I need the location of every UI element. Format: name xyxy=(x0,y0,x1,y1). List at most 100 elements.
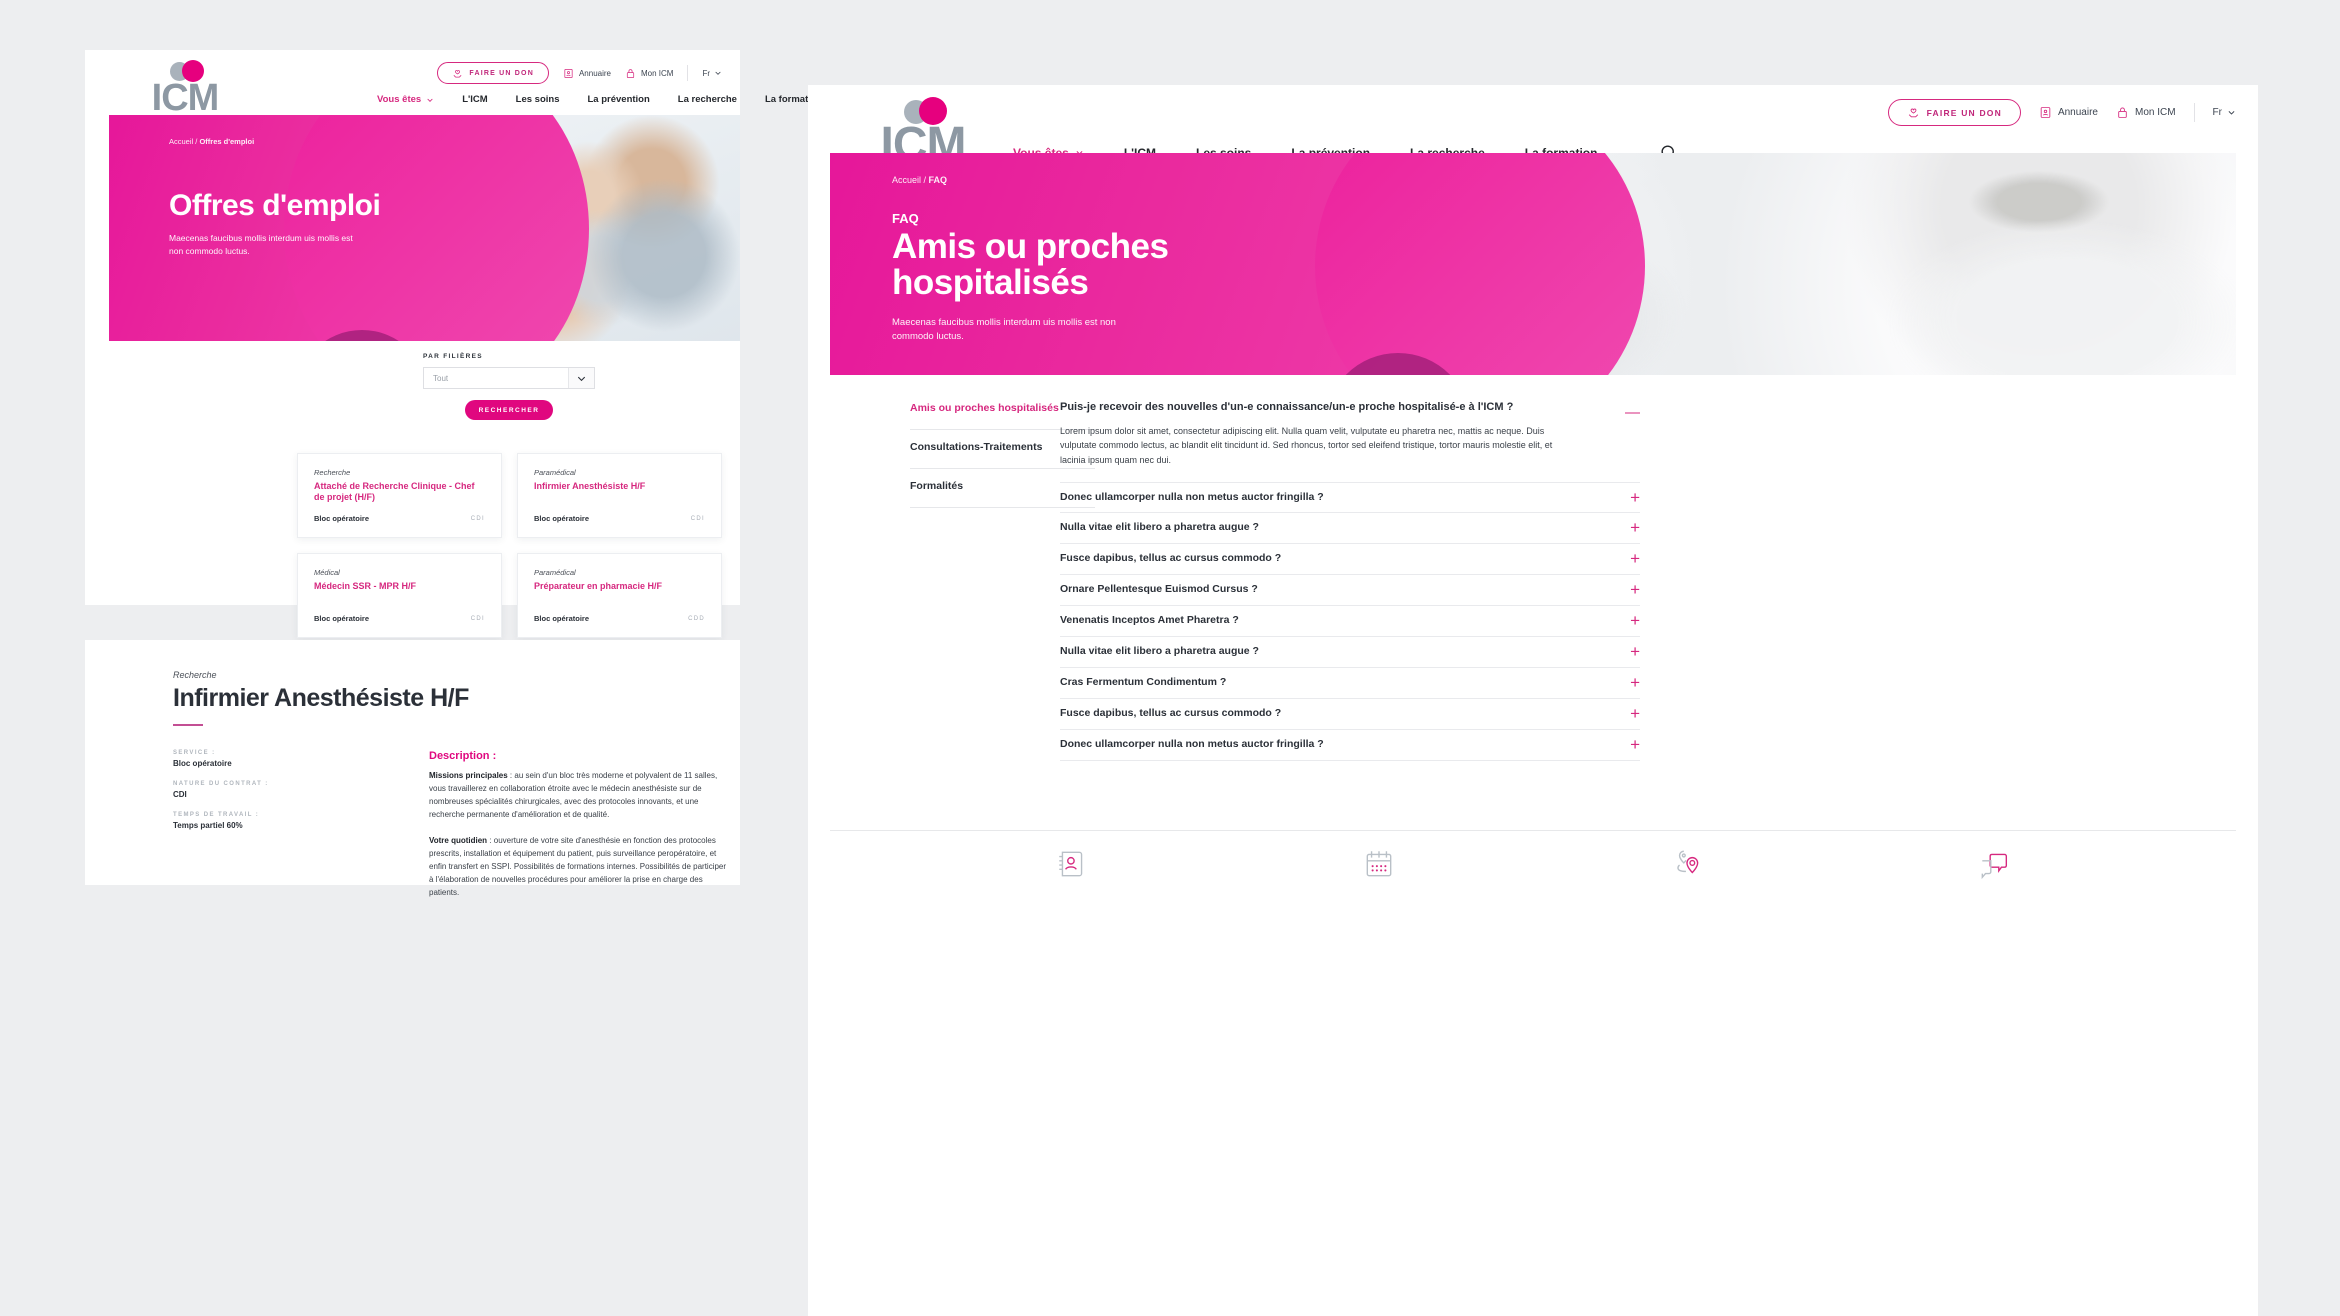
faq-item-open[interactable]: Puis-je recevoir des nouvelles d'un-e co… xyxy=(1060,390,1640,482)
contact-card-icon xyxy=(2040,107,2051,118)
footer-chat-tile[interactable] xyxy=(1977,847,2011,881)
chevron-down-icon xyxy=(2228,111,2235,115)
faq-footer-icons xyxy=(918,847,2148,881)
faq-item[interactable]: Donec ullamcorper nulla non metus auctor… xyxy=(1060,730,1640,761)
faq-question: Donec ullamcorper nulla non metus auctor… xyxy=(1060,738,1324,751)
account-link[interactable]: Mon ICM xyxy=(625,68,673,79)
meta-row: TEMPS DE TRAVAIL : Temps partiel 60% xyxy=(173,812,333,830)
faq-hero-subtitle: Maecenas faucibus mollis interdum uis mo… xyxy=(892,316,1116,343)
faq-item[interactable]: Cras Fermentum Condimentum ? + xyxy=(1060,668,1640,699)
job-card[interactable]: Recherche Attaché de Recherche Clinique … xyxy=(297,453,502,538)
job-card-category: Recherche xyxy=(314,468,351,477)
job-detail-description: Description : Missions principales : au … xyxy=(429,750,729,900)
jobs-hero-text: Accueil / Offres d'emploi Offres d'emplo… xyxy=(169,137,419,258)
contact-card-icon xyxy=(564,68,573,78)
faq-item[interactable]: Fusce dapibus, tellus ac cursus commodo … xyxy=(1060,699,1640,730)
job-card-contract: CDI xyxy=(470,515,485,522)
heart-hand-icon xyxy=(453,69,462,78)
faq-question: Nulla vitae elit libero a pharetra augue… xyxy=(1060,521,1259,534)
breadcrumb-home[interactable]: Accueil xyxy=(169,137,193,146)
job-card-title: Médecin SSR - MPR H/F xyxy=(314,581,417,591)
heart-hand-icon xyxy=(1908,108,1918,118)
faq-open-question: Puis-je recevoir des nouvelles d'un-e co… xyxy=(1060,401,1514,413)
faq-footer-divider xyxy=(830,830,2236,831)
breadcrumb-current: FAQ xyxy=(928,175,948,185)
plus-icon[interactable]: + xyxy=(1630,550,1640,567)
job-card[interactable]: Médical Médecin SSR - MPR H/F Bloc opéra… xyxy=(297,553,502,638)
job-card-head: Paramédical Préparateur en pharmacie H/F xyxy=(534,568,705,592)
plus-icon[interactable]: + xyxy=(1630,489,1640,506)
filiere-select-arrow[interactable] xyxy=(568,368,594,388)
language-selector[interactable]: Fr xyxy=(2213,107,2236,118)
plus-icon[interactable]: + xyxy=(1630,519,1640,536)
plus-icon[interactable]: + xyxy=(1630,736,1640,753)
meta-label: SERVICE : xyxy=(173,750,216,756)
rechercher-button[interactable]: RECHERCHER xyxy=(465,400,553,420)
job-card-category: Paramédical xyxy=(534,568,576,577)
donate-button[interactable]: FAIRE UN DON xyxy=(1887,99,2021,126)
logo-dots xyxy=(170,60,216,82)
job-card-title: Attaché de Recherche Clinique - Chef de … xyxy=(314,481,475,502)
chevron-down-icon xyxy=(427,98,433,102)
job-card-footer: Bloc opératoire CDD xyxy=(534,614,705,623)
directory-link[interactable]: Annuaire xyxy=(563,68,611,79)
job-card[interactable]: Paramédical Préparateur en pharmacie H/F… xyxy=(517,553,722,638)
job-card-category: Paramédical xyxy=(534,468,576,477)
nav-item-vous-etes[interactable]: Vous êtes xyxy=(377,94,434,105)
job-card-category: Médical xyxy=(314,568,340,577)
meta-row: NATURE DU CONTRAT : CDI xyxy=(173,781,333,799)
meta-value: CDI xyxy=(173,790,187,799)
job-detail-title: Infirmier Anesthésiste H/F xyxy=(173,684,469,712)
plus-icon[interactable]: + xyxy=(1630,581,1640,598)
job-detail-header: Recherche Infirmier Anesthésiste H/F xyxy=(173,670,693,726)
faq-item[interactable]: Donec ullamcorper nulla non metus auctor… xyxy=(1060,481,1640,513)
job-card-service: Bloc opératoire xyxy=(534,614,590,623)
directory-link[interactable]: Annuaire xyxy=(2039,106,2098,119)
job-card-footer: Bloc opératoire CDI xyxy=(534,514,705,523)
jobs-hero-subtitle: Maecenas faucibus mollis interdum uis mo… xyxy=(169,233,353,256)
job-cards-grid: Recherche Attaché de Recherche Clinique … xyxy=(297,453,722,638)
meta-label: NATURE DU CONTRAT : xyxy=(173,781,269,787)
job-card-service: Bloc opératoire xyxy=(314,614,370,623)
nav-item-licm[interactable]: L'ICM xyxy=(462,94,487,105)
donate-label: FAIRE UN DON xyxy=(1926,107,2002,118)
minus-icon[interactable]: — xyxy=(1625,405,1640,420)
jobs-filter-card: PAR FILIÈRES Tout xyxy=(409,343,609,393)
faq-open-content: Puis-je recevoir des nouvelles d'un-e co… xyxy=(1060,400,1575,468)
breadcrumb-home[interactable]: Accueil xyxy=(892,175,921,185)
nav-item-les-soins[interactable]: Les soins xyxy=(516,94,560,105)
job-card-contract: CDI xyxy=(690,515,705,522)
faq-item[interactable]: Ornare Pellentesque Euismod Cursus ? + xyxy=(1060,575,1640,606)
chevron-down-icon xyxy=(577,376,586,381)
footer-contact-tile[interactable] xyxy=(1055,847,1089,881)
job-card-title: Infirmier Anesthésiste H/F xyxy=(534,481,646,491)
nav-item-la-prevention[interactable]: La prévention xyxy=(588,94,650,105)
footer-location-tile[interactable] xyxy=(1670,847,1704,881)
faq-item[interactable]: Nulla vitae elit libero a pharetra augue… xyxy=(1060,513,1640,544)
account-link[interactable]: Mon ICM xyxy=(2116,106,2176,119)
faq-item[interactable]: Nulla vitae elit libero a pharetra augue… xyxy=(1060,637,1640,668)
jobs-hero-title: Offres d'emploi xyxy=(169,189,381,222)
job-card[interactable]: Paramédical Infirmier Anesthésiste H/F B… xyxy=(517,453,722,538)
plus-icon[interactable]: + xyxy=(1630,612,1640,629)
description-paragraph: Missions principales : au sein d'un bloc… xyxy=(429,770,729,822)
lock-icon xyxy=(2118,107,2127,118)
footer-calendar-tile[interactable] xyxy=(1362,847,1396,881)
logo-dot-pink-icon xyxy=(182,60,204,82)
jobs-main-nav: Vous êtes L'ICM Les soins La prévention … xyxy=(377,92,879,107)
plus-icon[interactable]: + xyxy=(1630,705,1640,722)
job-card-footer: Bloc opératoire CDI xyxy=(314,514,485,523)
donate-button[interactable]: FAIRE UN DON xyxy=(437,62,549,84)
plus-icon[interactable]: + xyxy=(1630,643,1640,660)
plus-icon[interactable]: + xyxy=(1630,674,1640,691)
faq-item[interactable]: Fusce dapibus, tellus ac cursus commodo … xyxy=(1060,544,1640,575)
faq-hero-kicker: FAQ xyxy=(892,211,919,226)
job-card-contract: CDD xyxy=(688,615,705,622)
filiere-select-value: Tout xyxy=(433,373,449,383)
nav-item-la-recherche[interactable]: La recherche xyxy=(678,94,737,105)
faq-item[interactable]: Venenatis Inceptos Amet Pharetra ? + xyxy=(1060,606,1640,637)
language-selector[interactable]: Fr xyxy=(702,69,722,78)
filiere-select[interactable]: Tout xyxy=(423,367,595,389)
calendar-icon xyxy=(1366,851,1392,877)
chevron-down-icon xyxy=(715,71,721,75)
